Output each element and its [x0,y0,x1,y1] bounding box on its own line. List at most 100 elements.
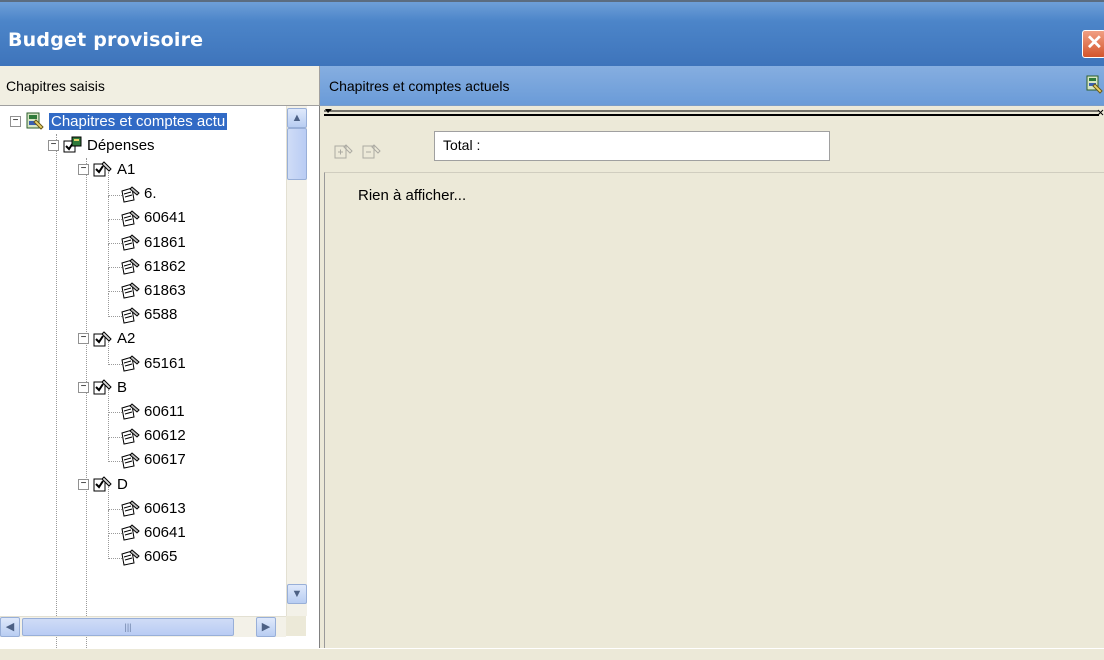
tree-account-node[interactable]: 60641 [120,520,186,544]
collapse-toggle-icon[interactable]: − [78,381,89,393]
chevron-down-icon: ▼ [291,588,303,600]
tree-node-label: Chapitres et comptes actu [49,112,228,130]
window-title: Budget provisoire [8,29,204,51]
tree-group-node[interactable]: − A2 [78,327,135,351]
grip-icon: ||| [124,622,132,632]
tree-connector-line [108,268,109,293]
close-button[interactable]: ✕ [1082,30,1104,58]
chapter-icon [93,378,113,396]
tree-account-node[interactable]: 6588 [120,303,177,327]
tree-connector-line [108,486,109,511]
tree-node-label: Dépenses [87,136,155,154]
account-edit-icon [120,209,140,227]
scroll-left-button[interactable]: ◀ [0,617,20,637]
tree-node-label: 65161 [144,354,186,372]
window-title-bar[interactable]: Budget provisoire ✕ [0,0,1104,66]
tree-connector-line [108,195,109,220]
tree-account-node[interactable]: 61861 [120,230,186,254]
tree-connector-line [108,341,109,365]
tree-connector-line [108,413,109,438]
tree-connector-line [108,171,109,196]
chapter-icon [93,475,113,493]
chapter-icon [93,160,113,178]
remove-item-icon[interactable] [362,142,382,160]
folder-checked-icon [63,136,83,154]
scroll-thumb-vertical[interactable] [287,128,307,180]
tree-node-label: 60612 [144,427,186,445]
collapse-toggle-icon[interactable]: − [48,139,59,151]
account-edit-icon [120,281,140,299]
chevron-up-icon: ▲ [291,112,303,124]
accounts-icon[interactable] [1086,74,1104,97]
tree-node-label: 60613 [144,499,186,517]
tree-node-label: 60611 [144,402,185,420]
panel-splitter[interactable] [324,107,1104,119]
account-edit-icon [120,523,140,541]
account-edit-icon [120,185,140,203]
tree-group-node[interactable]: − Dépenses [48,133,155,157]
tree-account-node[interactable]: 61863 [120,278,186,302]
tree-account-node[interactable]: 60613 [120,496,186,520]
account-edit-icon [120,451,140,469]
collapse-toggle-icon[interactable]: − [78,333,89,345]
scroll-down-button[interactable]: ▼ [287,584,307,604]
left-panel-header: Chapitres saisis [0,66,320,106]
tree-connector-line [108,534,109,559]
tree-node-label: 6588 [144,306,178,324]
account-edit-icon [120,257,140,275]
chapter-icon [93,330,113,348]
tree-account-node[interactable]: 60617 [120,448,186,472]
tree-group-node[interactable]: − B [78,375,127,399]
tree-vertical-scrollbar[interactable]: ▲ ▼ [286,106,307,616]
tree-node-label: 60641 [144,523,186,541]
tree-account-node[interactable]: 65161 [120,351,186,375]
collapse-toggle-icon[interactable]: − [78,478,89,490]
tree-node-label: 60641 [144,209,186,227]
account-edit-icon [120,233,140,251]
account-edit-icon [120,402,140,420]
account-edit-icon [120,427,140,445]
scroll-up-button[interactable]: ▲ [287,108,307,128]
tree-group-node[interactable]: − A1 [78,157,135,181]
chapters-tree[interactable]: − Chapitres et comptes actu − Dépenses − A1 6.… [0,106,320,648]
chevron-left-icon: ◀ [5,621,15,633]
root-accounts-icon [25,112,45,130]
scrollbar-corner [286,616,306,636]
content-area [324,172,1104,648]
tree-connector-line [108,389,109,414]
tree-account-node[interactable]: 60612 [120,424,186,448]
tree-connector-line [56,134,57,648]
tree-root-node[interactable]: − Chapitres et comptes actu [10,109,228,133]
account-edit-icon [120,306,140,324]
tree-group-node[interactable]: − D [78,472,128,496]
chevron-right-icon: ▶ [261,621,271,633]
tree-connector-line [108,244,109,269]
tree-account-node[interactable]: 6. [120,182,157,206]
close-icon: ✕ [1086,32,1103,54]
account-edit-icon [120,548,140,566]
tree-node-label: D [117,475,128,493]
tree-node-label: 60617 [144,451,186,469]
tree-node-label: A1 [117,160,136,178]
add-item-icon[interactable] [334,142,354,160]
tree-node-label: 61863 [144,281,186,299]
tree-connector-line [86,158,87,648]
tree-account-node[interactable]: 61862 [120,254,186,278]
tree-account-node[interactable]: 6065 [120,545,177,569]
tree-node-label: 6065 [144,548,178,566]
empty-message: Rien à afficher... [358,187,467,204]
left-panel-title: Chapitres saisis [6,78,105,94]
scroll-thumb-horizontal[interactable]: ||| [22,618,234,636]
account-edit-icon [120,499,140,517]
collapse-toggle-icon[interactable]: − [78,163,89,175]
tree-horizontal-scrollbar[interactable]: ◀ ||| ▶ [0,616,286,637]
status-strip [0,648,1104,660]
scroll-right-button[interactable]: ▶ [256,617,276,637]
tree-connector-line [108,437,109,462]
tree-account-node[interactable]: 60611 [120,399,185,423]
tree-account-node[interactable]: 60641 [120,206,186,230]
collapse-toggle-icon[interactable]: − [10,115,21,127]
tree-node-label: B [117,378,128,396]
total-field[interactable]: Total : [434,131,830,161]
right-panel-title: Chapitres et comptes actuels [329,78,510,94]
